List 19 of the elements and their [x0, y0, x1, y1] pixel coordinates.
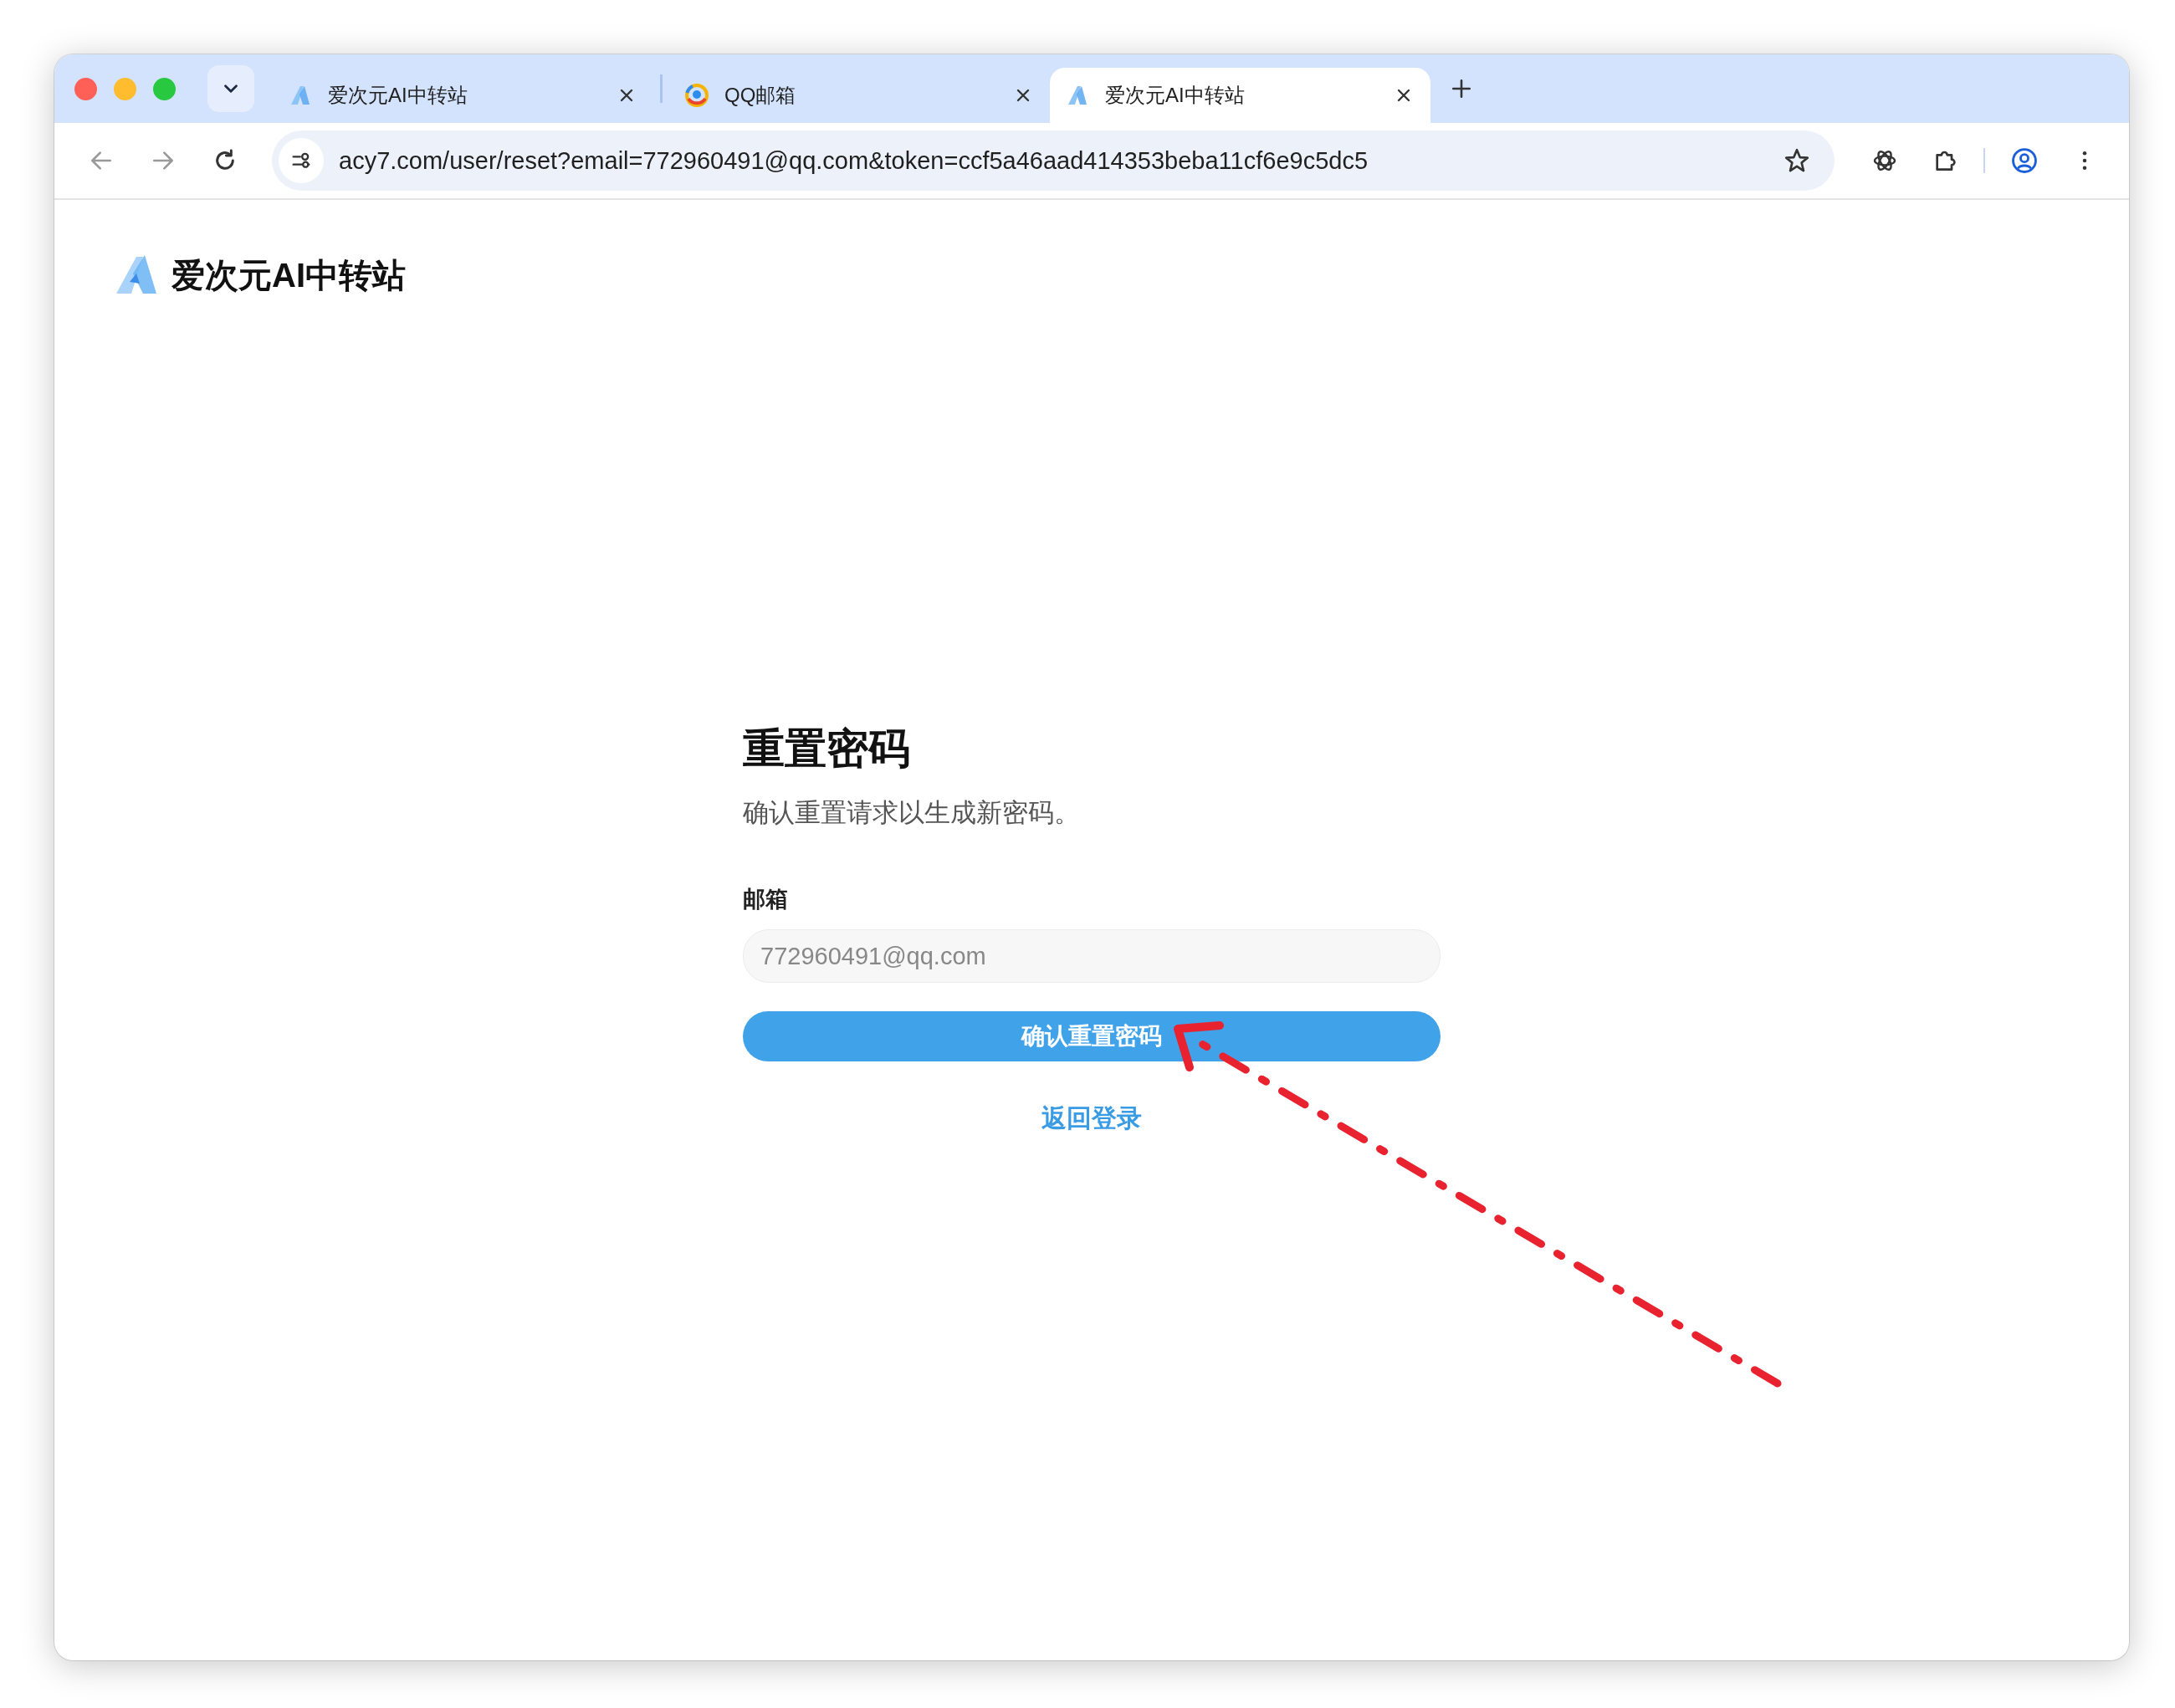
new-tab-icon[interactable]	[1451, 78, 1472, 100]
browser-tab[interactable]: 爱次元AI中转站	[1050, 68, 1430, 123]
tab-title: 爱次元AI中转站	[328, 83, 468, 108]
close-icon[interactable]	[1015, 87, 1031, 104]
tab-title: 爱次元AI中转站	[1105, 83, 1246, 108]
mail-icon	[684, 83, 709, 108]
close-icon[interactable]	[1395, 87, 1412, 104]
tab-title: QQ邮箱	[724, 83, 797, 108]
close-icon[interactable]	[618, 87, 635, 104]
browser-tab[interactable]: 爱次元AI中转站	[273, 68, 653, 123]
site-settings-icon[interactable]	[279, 138, 324, 183]
field-label: 邮箱	[743, 886, 789, 913]
address-bar[interactable]: acy7.com/user/reset?email=772960491@qq.com&token=ccf5a46aad414353beba11cf6e9c5dc5	[272, 130, 1835, 191]
profile-icon[interactable]	[2010, 146, 2039, 175]
brand-name: 爱次元AI中转站	[171, 255, 406, 295]
url-text: acy7.com/user/reset?email=772960491@qq.com&token=ccf5a46aad414353beba11cf6e9c5dc5	[339, 146, 1369, 175]
page-title: 重置密码	[743, 724, 911, 774]
browser-tab[interactable]: QQ邮箱	[669, 68, 1050, 123]
page-subtitle: 确认重置请求以生成新密码。	[743, 797, 1081, 829]
